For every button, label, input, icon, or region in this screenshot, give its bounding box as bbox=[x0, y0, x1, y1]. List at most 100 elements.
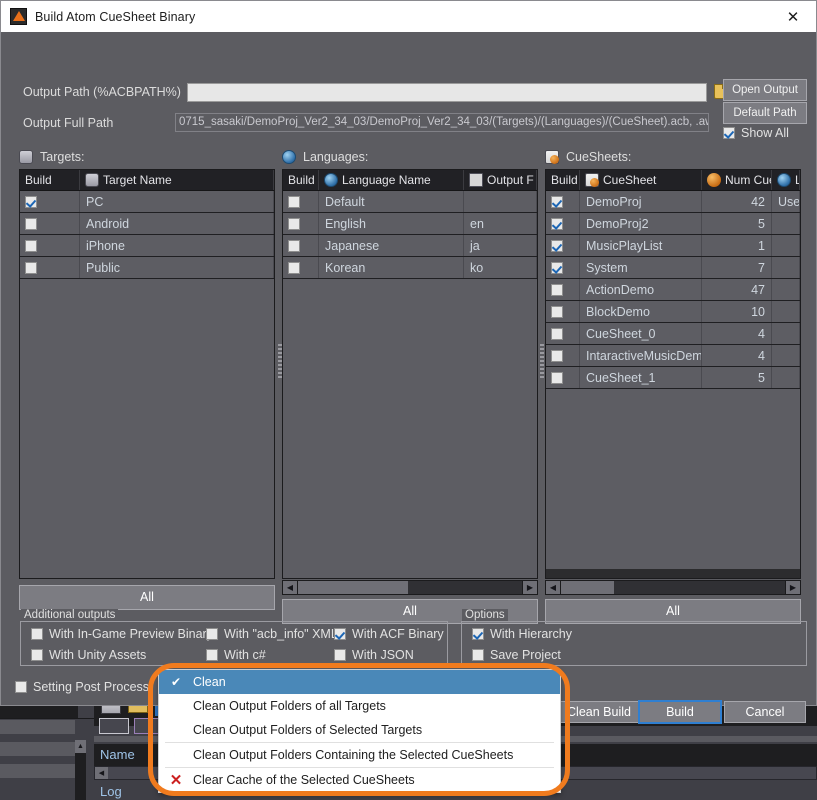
row-build-checkbox[interactable] bbox=[551, 261, 563, 274]
table-row[interactable]: DemoProj 42 Use bbox=[546, 191, 800, 213]
row-build-checkbox[interactable] bbox=[551, 349, 563, 362]
target-build-cell[interactable] bbox=[20, 191, 80, 212]
additional-output-checkbox[interactable] bbox=[31, 648, 43, 661]
menu-item[interactable]: Clean Output Folders of all Targets bbox=[159, 694, 560, 718]
scroll-right-icon[interactable]: ▶ bbox=[785, 581, 800, 594]
languages-grid[interactable]: Build Language Name Output F Default Engl… bbox=[282, 169, 538, 579]
setting-post-process-row[interactable]: Setting Post Process bbox=[15, 680, 149, 694]
row-build-checkbox[interactable] bbox=[551, 239, 563, 252]
scroll-right-icon[interactable]: ▶ bbox=[522, 581, 537, 594]
additional-output-item[interactable]: With "acb_info" XML bbox=[206, 623, 338, 644]
default-path-button[interactable]: Default Path bbox=[723, 102, 807, 124]
additional-output-item[interactable]: With c# bbox=[206, 644, 334, 665]
row-build-checkbox[interactable] bbox=[288, 217, 300, 230]
table-row[interactable]: Korean ko bbox=[283, 257, 537, 279]
cuesheet-build-cell[interactable] bbox=[546, 279, 580, 300]
languages-col-name[interactable]: Language Name bbox=[319, 170, 464, 190]
cuesheets-col-language[interactable]: La bbox=[772, 170, 800, 190]
scroll-left-icon[interactable]: ◀ bbox=[546, 581, 561, 594]
row-build-checkbox[interactable] bbox=[288, 239, 300, 252]
menu-item[interactable]: ✕ Clear Cache of the Selected CueSheets bbox=[159, 768, 560, 792]
table-row[interactable]: IntaractiveMusicDemo 4 bbox=[546, 345, 800, 367]
menu-item[interactable]: Clean Output Folders Containing the Sele… bbox=[159, 743, 560, 767]
option-checkbox[interactable] bbox=[472, 648, 484, 661]
cuesheet-build-cell[interactable] bbox=[546, 191, 580, 212]
table-row[interactable]: English en bbox=[283, 213, 537, 235]
table-row[interactable]: Public bbox=[20, 257, 274, 279]
table-row[interactable]: PC bbox=[20, 191, 274, 213]
cuesheet-build-cell[interactable] bbox=[546, 323, 580, 344]
menu-item[interactable]: ✔ Clean bbox=[159, 670, 560, 694]
table-row[interactable]: CueSheet_0 4 bbox=[546, 323, 800, 345]
bg-scroll-left-arrow[interactable]: ◀ bbox=[95, 767, 108, 779]
targets-col-build[interactable]: Build bbox=[20, 170, 80, 190]
row-build-checkbox[interactable] bbox=[25, 261, 37, 274]
table-row[interactable]: CueSheet_1 5 bbox=[546, 367, 800, 389]
table-row[interactable]: DemoProj2 5 bbox=[546, 213, 800, 235]
open-output-button[interactable]: Open Output bbox=[723, 79, 807, 101]
table-row[interactable]: System 7 bbox=[546, 257, 800, 279]
menu-item[interactable]: Clean Output Folders of Selected Targets bbox=[159, 718, 560, 742]
target-build-cell[interactable] bbox=[20, 213, 80, 234]
build-button[interactable]: Build bbox=[638, 700, 722, 724]
cuesheets-hscrollbar[interactable]: ◀ ▶ bbox=[545, 580, 801, 595]
option-checkbox[interactable] bbox=[472, 627, 484, 640]
row-build-checkbox[interactable] bbox=[288, 261, 300, 274]
additional-output-item[interactable]: With In-Game Preview Binary bbox=[31, 623, 213, 644]
additional-output-checkbox[interactable] bbox=[334, 648, 346, 661]
languages-scroll-track[interactable] bbox=[298, 581, 522, 594]
languages-scroll-thumb[interactable] bbox=[298, 581, 408, 594]
output-path-input[interactable] bbox=[187, 83, 707, 102]
setting-post-process-checkbox[interactable] bbox=[15, 681, 27, 693]
languages-hscrollbar[interactable]: ◀ ▶ bbox=[282, 580, 538, 595]
languages-col-output[interactable]: Output F bbox=[464, 170, 537, 190]
row-build-checkbox[interactable] bbox=[551, 195, 563, 208]
table-row[interactable]: Default bbox=[283, 191, 537, 213]
cancel-button[interactable]: Cancel bbox=[724, 701, 806, 723]
clean-build-button[interactable]: Clean Build bbox=[558, 701, 640, 723]
option-item[interactable]: With Hierarchy bbox=[472, 623, 806, 644]
cuesheets-col-numcues[interactable]: Num Cues bbox=[702, 170, 772, 190]
clean-context-menu[interactable]: ✔ Clean Clean Output Folders of all Target… bbox=[158, 669, 561, 793]
targets-all-button[interactable]: All bbox=[19, 585, 275, 610]
table-row[interactable]: BlockDemo 10 bbox=[546, 301, 800, 323]
bg-scroll-up-arrow[interactable]: ▲ bbox=[75, 740, 86, 753]
target-build-cell[interactable] bbox=[20, 235, 80, 256]
additional-output-checkbox[interactable] bbox=[31, 627, 43, 640]
additional-output-checkbox[interactable] bbox=[206, 627, 218, 640]
cuesheets-col-build[interactable]: Build bbox=[546, 170, 580, 190]
target-build-cell[interactable] bbox=[20, 257, 80, 278]
cuesheet-build-cell[interactable] bbox=[546, 235, 580, 256]
table-row[interactable]: MusicPlayList 1 bbox=[546, 235, 800, 257]
row-build-checkbox[interactable] bbox=[25, 217, 37, 230]
cuesheet-build-cell[interactable] bbox=[546, 345, 580, 366]
table-row[interactable]: Japanese ja bbox=[283, 235, 537, 257]
targets-col-name[interactable]: Target Name bbox=[80, 170, 274, 190]
table-row[interactable]: Android bbox=[20, 213, 274, 235]
additional-output-item[interactable]: With Unity Assets bbox=[31, 644, 206, 665]
row-build-checkbox[interactable] bbox=[25, 239, 37, 252]
cuesheets-grid[interactable]: Build CueSheet Num Cues La DemoProj42Use… bbox=[545, 169, 801, 579]
close-icon[interactable]: ✕ bbox=[770, 1, 816, 32]
additional-output-checkbox[interactable] bbox=[206, 648, 218, 661]
cuesheet-build-cell[interactable] bbox=[546, 301, 580, 322]
language-build-cell[interactable] bbox=[283, 235, 319, 256]
row-build-checkbox[interactable] bbox=[551, 283, 563, 296]
show-all-checkbox[interactable] bbox=[723, 127, 735, 139]
targets-grid[interactable]: Build Target Name PC Android iPhone Public bbox=[19, 169, 275, 579]
cuesheet-build-cell[interactable] bbox=[546, 213, 580, 234]
row-build-checkbox[interactable] bbox=[25, 195, 37, 208]
table-row[interactable]: iPhone bbox=[20, 235, 274, 257]
row-build-checkbox[interactable] bbox=[551, 327, 563, 340]
language-build-cell[interactable] bbox=[283, 257, 319, 278]
languages-col-build[interactable]: Build bbox=[283, 170, 319, 190]
language-build-cell[interactable] bbox=[283, 191, 319, 212]
row-build-checkbox[interactable] bbox=[551, 371, 563, 384]
option-item[interactable]: Save Project bbox=[472, 644, 806, 665]
table-row[interactable]: ActionDemo 47 bbox=[546, 279, 800, 301]
additional-output-item[interactable]: With ACF Binary bbox=[334, 623, 447, 644]
row-build-checkbox[interactable] bbox=[288, 195, 300, 208]
additional-output-item[interactable]: With JSON bbox=[334, 644, 447, 665]
cuesheets-scroll-thumb[interactable] bbox=[561, 581, 614, 594]
cuesheets-scroll-track[interactable] bbox=[561, 581, 785, 594]
